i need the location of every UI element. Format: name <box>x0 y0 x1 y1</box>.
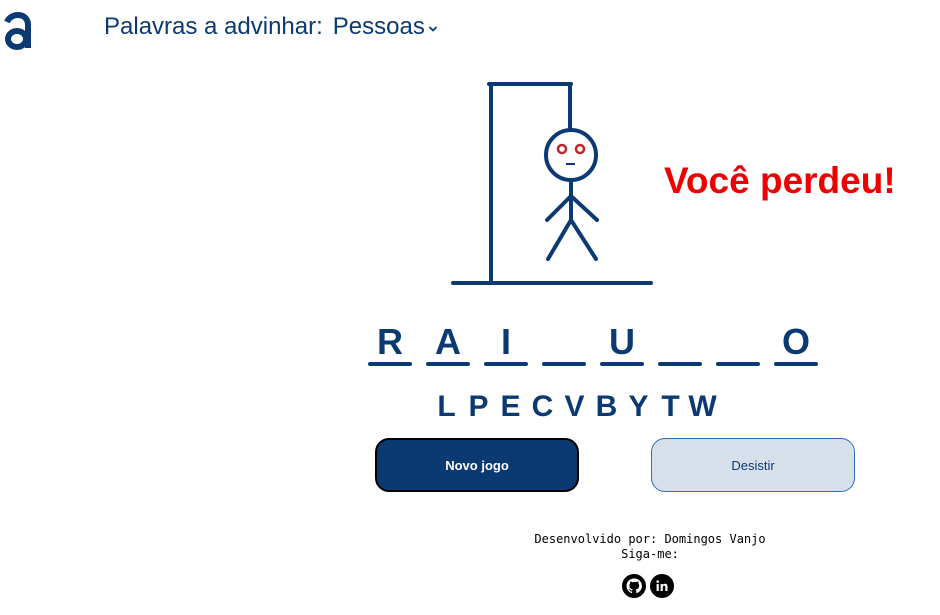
social-links <box>622 574 674 598</box>
letter-slot <box>542 322 586 366</box>
wrong-letter: T <box>661 390 680 423</box>
footer: Desenvolvido por: Domingos Vanjo Siga-me… <box>500 532 800 562</box>
linkedin-icon[interactable] <box>650 574 674 598</box>
hangman-left-leg <box>546 218 573 261</box>
slot-letter <box>716 322 760 362</box>
wrong-letter: E <box>500 390 521 423</box>
slot-letter <box>658 322 702 362</box>
game-status: Você perdeu! <box>664 160 896 201</box>
wrong-letter: B <box>595 390 618 423</box>
letter-slot: U <box>600 322 644 366</box>
slot-letter: I <box>500 321 511 362</box>
developer-credit: Desenvolvido por: Domingos Vanjo <box>534 532 766 546</box>
slot-letter: R <box>377 321 403 362</box>
hangman-right-arm <box>569 194 599 222</box>
letter-slot: I <box>484 322 528 366</box>
wrong-letter: L <box>437 390 456 423</box>
category-select[interactable]: Pessoas <box>333 13 438 41</box>
letter-slot <box>658 322 702 366</box>
header: Palavras a advinhar: Pessoas <box>104 10 438 44</box>
chevron-down-icon <box>428 26 437 32</box>
word-slots: R A I U O <box>368 322 818 366</box>
hangman-drawing <box>451 82 653 285</box>
wrong-letters: L P E C V B Y T W <box>432 390 717 424</box>
hangman-left-eye <box>556 143 568 155</box>
wrong-letter: C <box>531 390 554 423</box>
hangman-right-leg <box>569 218 598 261</box>
slot-letter: O <box>781 321 810 362</box>
wrong-letter: P <box>468 390 489 423</box>
hangman-page: Palavras a advinhar: Pessoas Você perdeu… <box>0 0 940 615</box>
slot-letter: A <box>435 321 461 362</box>
letter-slot: R <box>368 322 412 366</box>
slot-letter: U <box>609 321 635 362</box>
category-value: Pessoas <box>332 13 425 40</box>
follow-label: Siga-me: <box>621 547 679 561</box>
give-up-button[interactable]: Desistir <box>651 438 855 492</box>
new-game-button[interactable]: Novo jogo <box>375 438 579 492</box>
hangman-right-eye <box>574 143 586 155</box>
category-label: Palavras a advinhar: <box>104 13 323 40</box>
github-icon[interactable] <box>622 574 646 598</box>
letter-slot: O <box>774 322 818 366</box>
wrong-letter: V <box>564 390 585 423</box>
wrong-letter: Y <box>628 390 649 423</box>
letter-slot <box>716 322 760 366</box>
wrong-letter: W <box>688 390 717 423</box>
app-logo-icon[interactable] <box>2 8 32 52</box>
hangman-left-arm <box>545 194 573 222</box>
slot-letter <box>542 322 586 362</box>
hangman-head <box>544 128 598 182</box>
letter-slot: A <box>426 322 470 366</box>
